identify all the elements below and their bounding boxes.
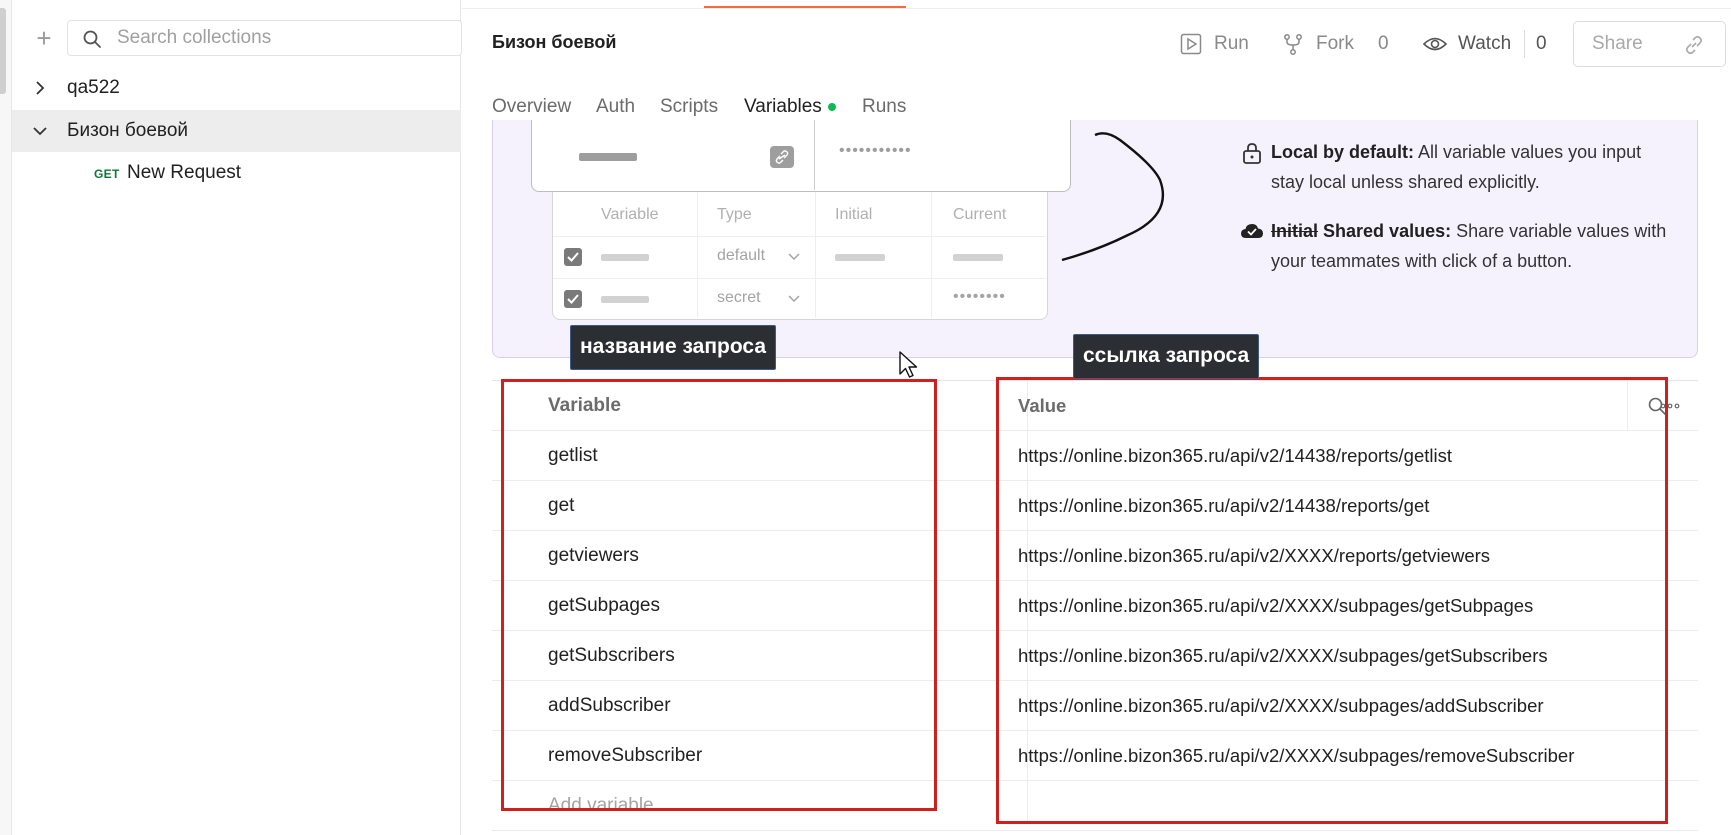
watch-label: Watch (1458, 33, 1512, 54)
watch-count: 0 (1536, 33, 1547, 54)
illustration-header: Type (717, 206, 752, 223)
illustration-bar (835, 254, 885, 261)
checkbox-icon (564, 290, 582, 308)
sidebar-item-qa522[interactable]: qa522 (12, 67, 461, 109)
search-icon (83, 30, 101, 48)
annotation-label-name: название запроса (570, 325, 776, 370)
fork-button[interactable]: Fork 0 (1282, 26, 1412, 62)
share-button[interactable]: Share (1573, 21, 1726, 67)
sidebar-item-label: qa522 (67, 77, 120, 98)
annotation-box-names (501, 379, 937, 811)
divider (697, 192, 698, 318)
illustration-secret-dots: ••••••••••• (839, 142, 912, 159)
divider (553, 278, 1046, 279)
play-icon (1180, 33, 1202, 55)
cloud-check-icon (1241, 224, 1263, 238)
feature-title: Shared values: (1323, 221, 1452, 241)
watch-button[interactable]: Watch 0 (1423, 26, 1573, 62)
illustration-arrow (1061, 132, 1165, 262)
illustration-bar (601, 296, 649, 303)
illustration-header: Current (953, 206, 1007, 223)
request-method-badge: GET (94, 167, 120, 181)
search-input[interactable] (117, 21, 447, 55)
page-title: Бизон боевой (492, 32, 617, 52)
link-icon[interactable] (1682, 33, 1706, 57)
illustration-variable-input: ••••••••••• (531, 120, 1071, 192)
illustration-bar (579, 153, 637, 161)
sidebar-item-label: Бизон боевой (67, 120, 188, 141)
feature-strike: Initial (1271, 221, 1319, 241)
chevron-right-icon[interactable] (32, 80, 48, 96)
illustration-secret-dots: •••••••• (953, 288, 1006, 305)
collections-sidebar: + qa522 Бизон боевой GET New Request (12, 0, 462, 835)
divider (931, 192, 932, 318)
run-label: Run (1214, 33, 1249, 54)
annotation-box-values (996, 377, 1668, 824)
left-edge-strip (0, 0, 12, 835)
scroll-handle[interactable] (0, 8, 6, 94)
divider (462, 8, 1731, 9)
chevron-down-icon (788, 295, 800, 303)
request-label: New Request (127, 162, 242, 183)
divider (815, 192, 816, 318)
feature-title: Local by default: (1271, 142, 1415, 162)
search-box[interactable] (67, 20, 462, 56)
feature-local-by-default: Local by default: All variable values yo… (1271, 137, 1671, 197)
chevron-down-icon[interactable] (32, 123, 48, 139)
fork-count: 0 (1378, 33, 1389, 54)
illustration-type: secret (717, 289, 761, 306)
illustration-header: Initial (835, 206, 873, 223)
cursor-icon (899, 351, 918, 378)
link-icon (770, 146, 794, 168)
divider (1524, 30, 1525, 58)
divider (553, 236, 1046, 237)
illustration-header: Variable (601, 206, 659, 223)
illustration-variable-table: Variable Type Initial Current default se… (552, 192, 1048, 320)
divider (814, 120, 815, 190)
fork-label: Fork (1316, 33, 1354, 54)
eye-icon (1423, 37, 1447, 51)
sidebar-item-bizon[interactable]: Бизон боевой (12, 110, 461, 152)
chevron-down-icon (788, 253, 800, 261)
illustration-bar (953, 254, 1003, 261)
run-button[interactable]: Run (1180, 26, 1272, 62)
active-tab-accent (704, 0, 906, 8)
feature-shared-values: Initial Shared values: Share variable va… (1271, 216, 1671, 276)
sidebar-item-new-request[interactable]: GET New Request (12, 152, 461, 194)
illustration-bar (601, 254, 649, 261)
plus-icon[interactable]: + (30, 20, 58, 56)
lock-icon (1243, 143, 1261, 164)
illustration-type: default (717, 247, 766, 264)
unsaved-dot (828, 103, 836, 111)
share-label: Share (1592, 33, 1643, 54)
checkbox-icon (564, 248, 582, 266)
fork-icon (1284, 34, 1302, 55)
annotation-label-link: ссылка запроса (1073, 334, 1260, 379)
